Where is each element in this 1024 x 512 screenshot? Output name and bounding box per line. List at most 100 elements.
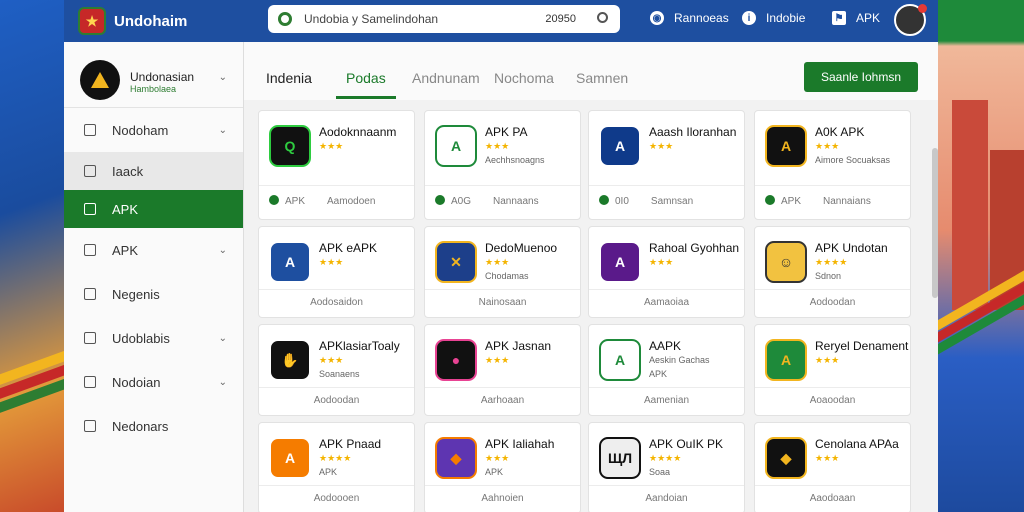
tab-4[interactable]: Samnen	[576, 70, 628, 86]
app-title: APK Pnaad	[319, 437, 382, 451]
tab-2[interactable]: Andnunam	[412, 70, 480, 86]
sidebar-item-0[interactable]: Nodoham ⌄	[64, 108, 243, 152]
brand-logo-icon[interactable]: ★	[78, 7, 106, 35]
content-area: Indenia Podas Andnunam Nochoma Samnen Sa…	[244, 42, 938, 512]
app-icon: ☺	[765, 241, 807, 283]
app-icon: ✕	[435, 241, 477, 283]
tab-bar: Indenia Podas Andnunam Nochoma Samnen Sa…	[244, 42, 938, 100]
app-card-footer: A0G Nannaans	[425, 195, 580, 207]
app-card[interactable]: ЩЛ APK OuIK PK ★★★★ Soaa Aandoian	[588, 422, 745, 512]
rating-stars-icon: ★★★	[485, 355, 510, 365]
sidebar-item-5[interactable]: Udoblabis ⌄	[64, 316, 243, 360]
app-card[interactable]: ● APK Jasnan ★★★ Aarhoaan	[424, 324, 581, 416]
menu-item-icon	[84, 376, 96, 388]
app-card-footer: Aodoodan	[809, 297, 856, 308]
app-card[interactable]: ◆ APK Ialiahah ★★★ APK Aahnoien	[424, 422, 581, 512]
app-card-meta: Nannaans	[493, 196, 539, 207]
app-card[interactable]: A APK eAPK ★★★ Aodosaidon	[258, 226, 415, 318]
app-card[interactable]: A A0K APK ★★★ Aimore Socuaksas APK Nannaians	[754, 110, 911, 220]
chevron-down-icon[interactable]: ⌄	[219, 72, 227, 83]
status-dot-icon	[599, 195, 609, 205]
app-icon: A	[269, 437, 311, 479]
chevron-down-icon[interactable]: ⌄	[219, 333, 227, 344]
app-card[interactable]: ✕ DedoMuenoo ★★★ Chodamas Nainosaan	[424, 226, 581, 318]
app-card-meta: Aamodoen	[327, 196, 376, 207]
background-left	[0, 0, 99, 512]
app-card[interactable]: A APK Pnaad ★★★★ APK Aodoooen	[258, 422, 415, 512]
tab-1[interactable]: Podas	[346, 70, 386, 86]
app-icon: ✋	[269, 339, 311, 381]
app-title: Rahoal Gyohhan	[649, 241, 740, 255]
primary-action-button[interactable]: Saanle Iohmsn	[804, 62, 918, 92]
app-card-footer: Nainosaan	[478, 297, 527, 308]
app-card[interactable]: A Rahoal Gyohhan ★★★ Aamaoiaa	[588, 226, 745, 318]
chevron-down-icon[interactable]: ⌄	[219, 377, 227, 388]
app-title: A0K APK	[815, 125, 865, 139]
chevron-down-icon[interactable]: ⌄	[219, 245, 227, 256]
menu-item-icon	[84, 203, 96, 215]
app-card[interactable]: ✋ APKlasiarToaly ★★★ Soanaens Aodoodan	[258, 324, 415, 416]
scrollbar[interactable]	[932, 148, 938, 298]
sidebar-item-6[interactable]: Nodoian ⌄	[64, 360, 243, 404]
brand-name: Undohaim	[114, 12, 188, 30]
app-card-footer: 0I0 Samnsan	[589, 195, 744, 207]
app-card[interactable]: Q Aodoknnaanm ★★★ APK Aamodoen	[258, 110, 415, 220]
app-card[interactable]: ◆ Cenolana APAa ★★★ Aaodoaan	[754, 422, 911, 512]
app-card-meta: Samnsan	[650, 196, 694, 207]
card-divider	[425, 387, 580, 388]
app-title: APKlasiarToaly	[319, 339, 400, 353]
app-card-tag: APK	[781, 196, 802, 207]
topbar-item-1[interactable]: ◉ Rannoeas	[650, 11, 729, 25]
tab-3[interactable]: Nochoma	[494, 70, 554, 86]
profile-subtitle: Hambolaea	[130, 84, 177, 94]
topbar-item-3[interactable]: ⚑ APK	[832, 11, 880, 25]
decor-building	[952, 100, 988, 310]
rating-stars-icon: ★★★	[649, 257, 674, 267]
card-divider	[259, 185, 414, 186]
sidebar-item-2[interactable]: APK	[64, 190, 243, 228]
app-subtitle-2: APK	[649, 369, 668, 379]
app-card[interactable]: ☺ APK Undotan ★★★★ Sdnon Aodoodan	[754, 226, 911, 318]
search-icon[interactable]	[597, 12, 608, 23]
sidebar-item-label: APK	[112, 242, 139, 258]
menu-item-icon	[84, 420, 96, 432]
app-icon: A	[599, 241, 641, 283]
app-card-footer: APK Nannaians	[755, 195, 910, 207]
chevron-down-icon[interactable]: ⌄	[219, 125, 227, 136]
app-card[interactable]: A Aaash Iloranhan ★★★ 0I0 Samnsan	[588, 110, 745, 220]
rating-stars-icon: ★★★	[319, 141, 344, 151]
app-subtitle: Aeskin Gachas	[649, 355, 710, 365]
sidebar-item-label: Nedonars	[112, 418, 169, 434]
app-icon: Q	[269, 125, 311, 167]
main-panel: Undonasian Hambolaea ⌄ Nodoham ⌄ Iaack APK A…	[64, 42, 938, 512]
app-card-footer: Aoaoodan	[809, 395, 856, 406]
app-icon-glyph: ✋	[281, 351, 299, 368]
tab-0[interactable]: Indenia	[266, 70, 312, 86]
app-card-footer: Aodoooen	[313, 493, 360, 504]
app-card[interactable]: A APK PA ★★★ Aechhsnoagns A0G Nannaans	[424, 110, 581, 220]
app-subtitle: APK	[485, 467, 504, 477]
app-icon-glyph: A	[614, 138, 626, 154]
menu-item-icon	[84, 124, 96, 136]
app-title: DedoMuenoo	[485, 241, 558, 255]
app-card[interactable]: A AAPK Aeskin Gachas APK Aamenian	[588, 324, 745, 416]
sidebar-item-1[interactable]: Iaack	[64, 152, 243, 190]
app-card[interactable]: A Reryel Denament ★★★ Aoaoodan	[754, 324, 911, 416]
topbar-item-2[interactable]: i Indobie	[742, 11, 805, 25]
rating-stars-icon: ★★★	[815, 141, 840, 151]
sidebar-item-3[interactable]: APK ⌄	[64, 228, 243, 272]
sidebar-item-7[interactable]: Nedonars	[64, 404, 243, 448]
user-avatar[interactable]	[894, 4, 927, 36]
menu-item-icon	[84, 288, 96, 300]
app-title: APK Undotan	[815, 241, 888, 255]
profile-header[interactable]: Undonasian Hambolaea ⌄	[64, 42, 243, 108]
app-card-footer: APK Aamodoen	[259, 195, 414, 207]
app-title: APK PA	[485, 125, 528, 139]
background-right	[902, 0, 1024, 512]
search-input[interactable]: Undobia y Samelindohan 20950	[268, 5, 620, 33]
app-subtitle: Aechhsnoagns	[485, 155, 545, 165]
app-icon: ЩЛ	[599, 437, 641, 479]
app-card-footer: Aodosaidon	[310, 297, 363, 308]
google-icon	[278, 12, 292, 26]
sidebar-item-4[interactable]: Negenis	[64, 272, 243, 316]
